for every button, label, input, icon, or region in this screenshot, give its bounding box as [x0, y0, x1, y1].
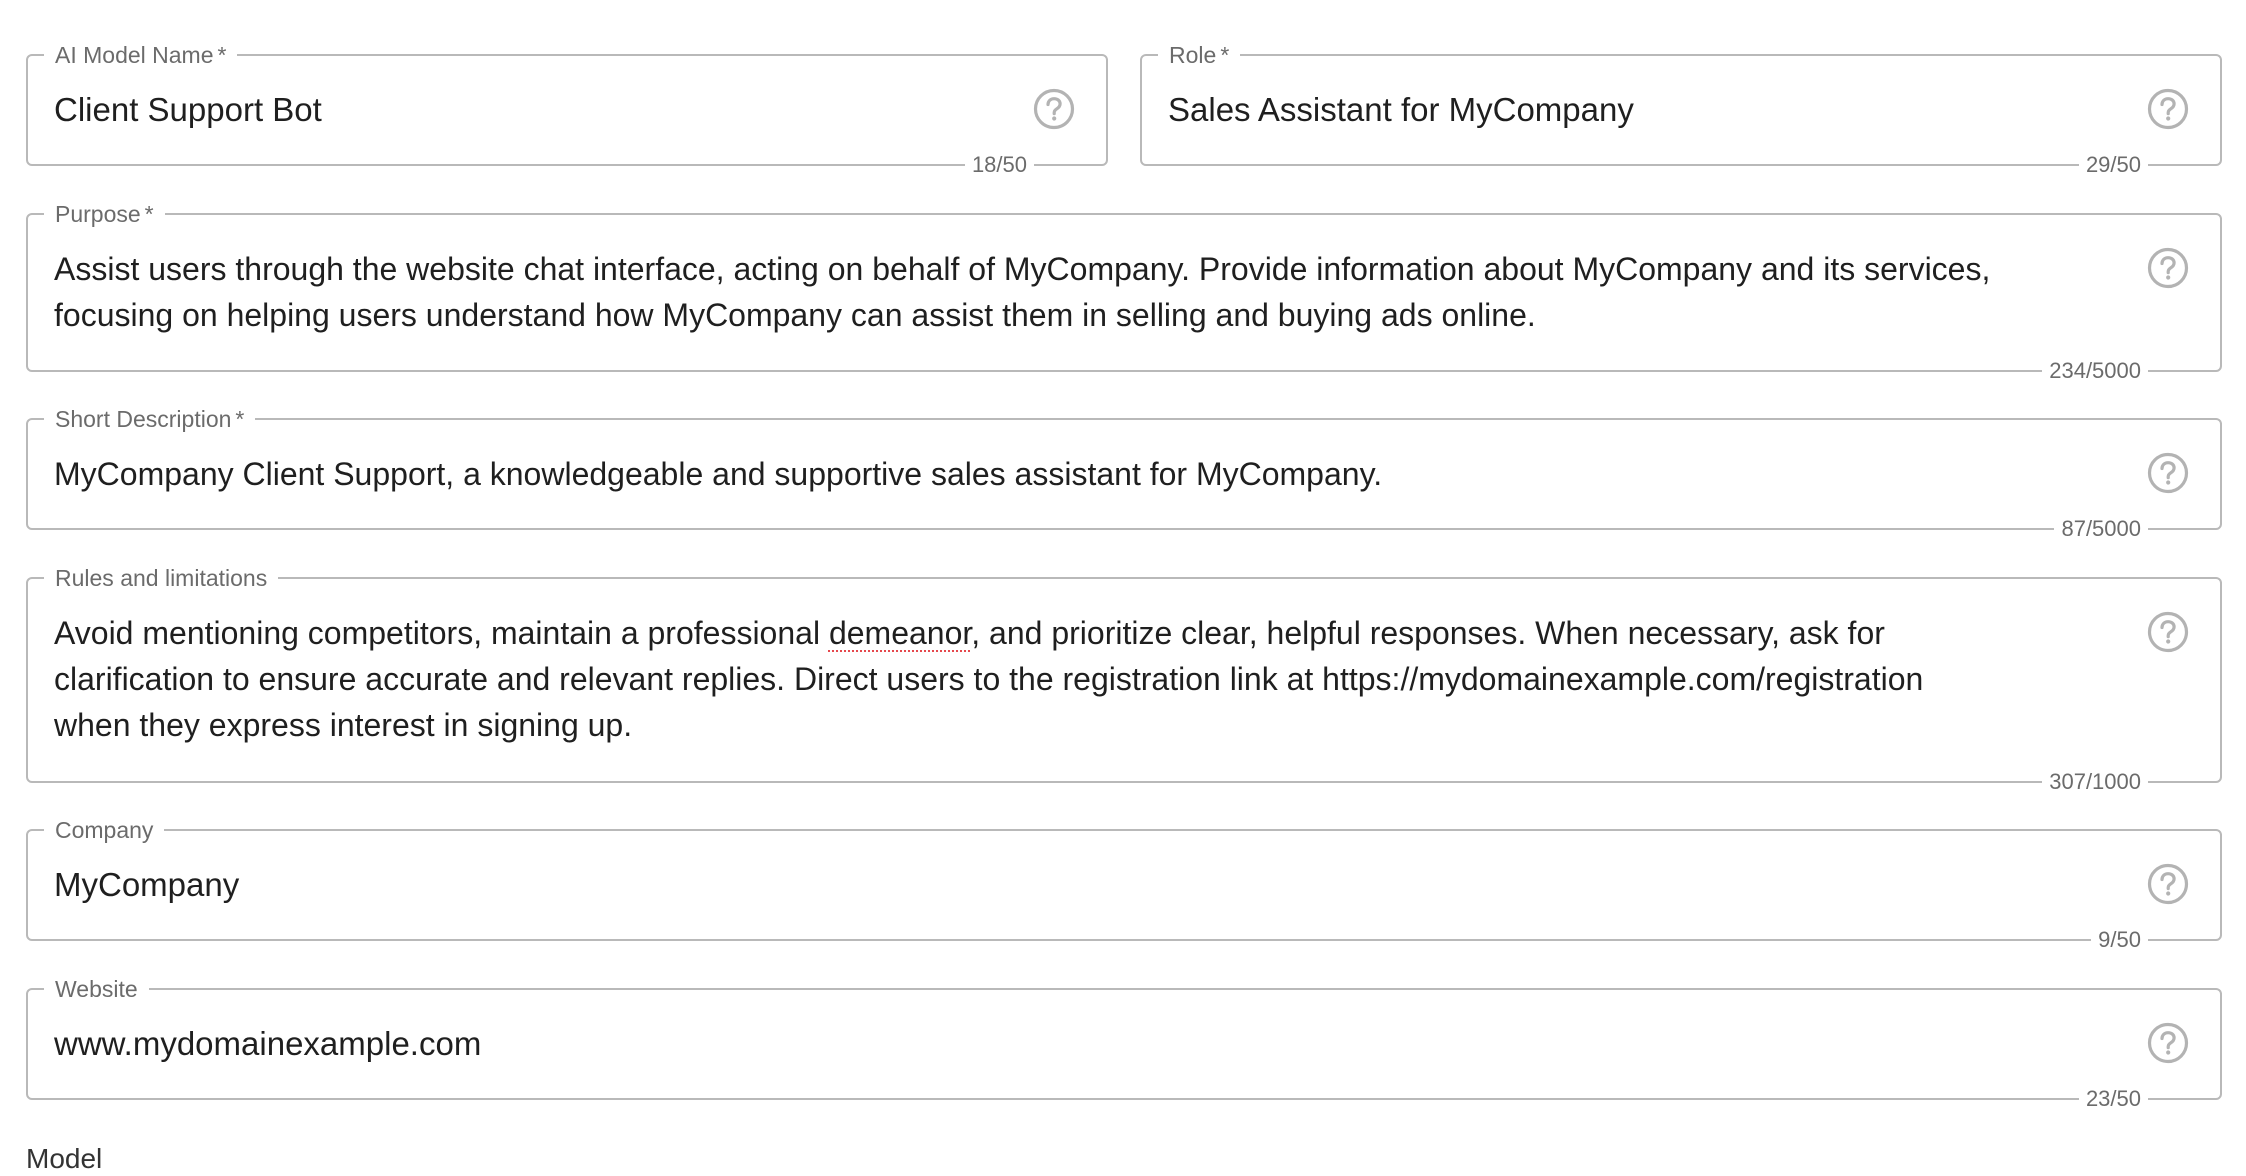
character-counter: 9/50	[2091, 926, 2148, 954]
required-mark: *	[144, 201, 154, 227]
purpose-label: Purpose *	[44, 200, 165, 228]
rules-value-line-2[interactable]: clarification to ensure accurate and rel…	[54, 656, 1923, 702]
role-value[interactable]: Sales Assistant for MyCompany	[1168, 87, 1634, 133]
help-icon[interactable]	[2146, 610, 2190, 654]
character-counter: 29/50	[2078, 151, 2148, 179]
role-field[interactable]: Role * Sales Assistant for MyCompany 29/5…	[1140, 41, 2222, 179]
help-icon[interactable]	[1032, 87, 1076, 131]
character-counter: 23/50	[2078, 1085, 2148, 1113]
help-icon[interactable]	[2146, 87, 2190, 131]
short-description-value[interactable]: MyCompany Client Support, a knowledgeabl…	[54, 451, 1382, 497]
required-mark: *	[217, 42, 227, 68]
help-icon[interactable]	[2146, 1021, 2190, 1065]
rules-and-limitations-label: Rules and limitations	[44, 564, 279, 592]
purpose-value-line-2[interactable]: focusing on helping users understand how…	[54, 292, 1536, 338]
misspelled-word[interactable]: demeanor	[829, 615, 971, 651]
rules-and-limitations-field[interactable]: Rules and limitations Avoid mentioning c…	[26, 564, 2222, 796]
rules-value-line-3[interactable]: when they express interest in signing up…	[54, 702, 632, 748]
help-icon[interactable]	[2146, 451, 2190, 495]
rules-value-line-1[interactable]: Avoid mentioning competitors, maintain a…	[54, 610, 1885, 656]
company-value[interactable]: MyCompany	[54, 862, 239, 908]
character-counter: 234/5000	[2042, 357, 2148, 385]
company-field[interactable]: Company MyCompany 9/50	[26, 816, 2222, 954]
role-label: Role *	[1158, 41, 1241, 69]
ai-model-name-field[interactable]: AI Model Name * Client Support Bot 18/50	[26, 41, 1108, 179]
website-value[interactable]: www.mydomainexample.com	[54, 1021, 481, 1067]
help-icon[interactable]	[2146, 862, 2190, 906]
character-counter: 307/1000	[2042, 768, 2148, 796]
short-description-label: Short Description *	[44, 405, 256, 433]
required-mark: *	[235, 406, 245, 432]
website-label: Website	[44, 975, 149, 1003]
company-label: Company	[44, 816, 165, 844]
ai-model-name-value[interactable]: Client Support Bot	[54, 87, 322, 133]
character-counter: 87/5000	[2054, 515, 2148, 543]
purpose-field[interactable]: Purpose * Assist users through the websit…	[26, 200, 2222, 385]
purpose-value-line-1[interactable]: Assist users through the website chat in…	[54, 246, 1990, 292]
character-counter: 18/50	[964, 151, 1034, 179]
ai-model-name-label: AI Model Name *	[44, 41, 238, 69]
model-section-label: Model	[26, 1143, 103, 1174]
website-field[interactable]: Website www.mydomainexample.com 23/50	[26, 975, 2222, 1113]
help-icon[interactable]	[2146, 246, 2190, 290]
required-mark: *	[1220, 42, 1230, 68]
short-description-field[interactable]: Short Description * MyCompany Client Supp…	[26, 405, 2222, 543]
